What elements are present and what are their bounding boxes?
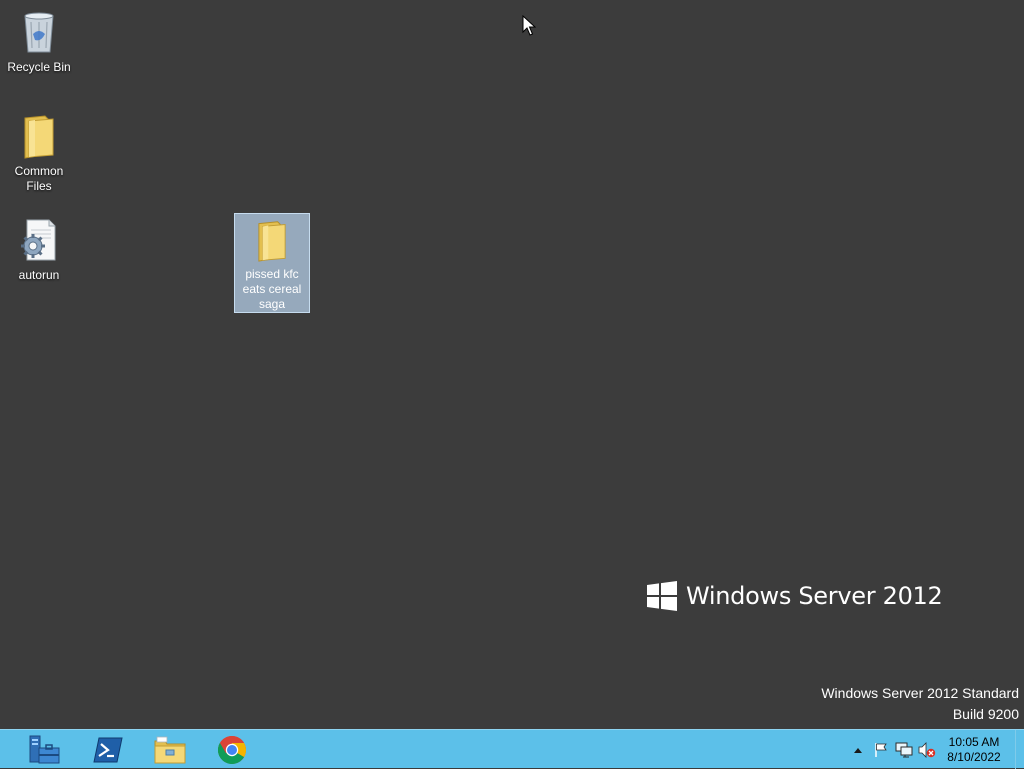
desktop-icon-common-files[interactable]: Common Files: [1, 108, 77, 194]
settings-file-icon: [21, 219, 56, 261]
chevron-up-icon: [854, 747, 862, 753]
desktop-icon-selected-folder[interactable]: pissed kfc eats cereal saga: [234, 213, 310, 313]
volume-muted-icon: [918, 741, 936, 758]
show-hidden-icons-button[interactable]: [849, 741, 867, 759]
watermark-build: Build 9200: [952, 706, 1019, 722]
taskbar: 10:05 AM 8/10/2022: [0, 729, 1024, 769]
os-watermark: Windows Server 2012 Standard Build 9200: [821, 683, 1019, 725]
server-manager-icon: [29, 735, 60, 763]
action-center-button[interactable]: [872, 741, 890, 759]
desktop-icon-label: Common Files: [14, 164, 64, 193]
clock-date: 8/10/2022: [947, 749, 1001, 764]
system-tray: 10:05 AM 8/10/2022: [844, 730, 1024, 769]
mouse-cursor-icon: [522, 15, 536, 36]
taskbar-clock[interactable]: 10:05 AM 8/10/2022: [946, 735, 1002, 765]
powershell-icon: [93, 737, 123, 762]
chrome-icon: [218, 735, 246, 764]
desktop-icon-autorun[interactable]: autorun: [1, 212, 77, 283]
flag-icon: [875, 742, 887, 757]
desktop-icon-recycle-bin[interactable]: Recycle Bin: [1, 4, 77, 75]
watermark-edition: Windows Server 2012 Standard: [821, 685, 1019, 701]
folder-icon: [24, 115, 54, 159]
recycle-bin-icon: [24, 12, 54, 53]
desktop-icon-label: Recycle Bin: [7, 60, 71, 74]
windows-logo-icon: [647, 581, 677, 611]
show-desktop-button[interactable]: [1015, 730, 1024, 769]
file-explorer-icon: [154, 736, 186, 763]
windows-server-branding: Windows Server 2012: [646, 580, 943, 612]
desktop[interactable]: Recycle Bin Common Files autorun pissed …: [0, 0, 1024, 729]
desktop-icon-label: autorun: [18, 268, 60, 282]
taskbar-powershell-button[interactable]: [78, 731, 138, 768]
folder-icon: [258, 221, 286, 262]
network-button[interactable]: [895, 741, 913, 759]
branding-text: Windows Server 2012: [686, 582, 943, 610]
network-icon: [895, 742, 913, 757]
taskbar-server-manager-button[interactable]: [14, 731, 74, 768]
volume-button[interactable]: [918, 741, 936, 759]
taskbar-chrome-button[interactable]: [202, 731, 262, 768]
taskbar-file-explorer-button[interactable]: [140, 731, 200, 768]
desktop-icon-label: pissed kfc eats cereal saga: [242, 267, 302, 311]
clock-time: 10:05 AM: [948, 734, 1000, 749]
